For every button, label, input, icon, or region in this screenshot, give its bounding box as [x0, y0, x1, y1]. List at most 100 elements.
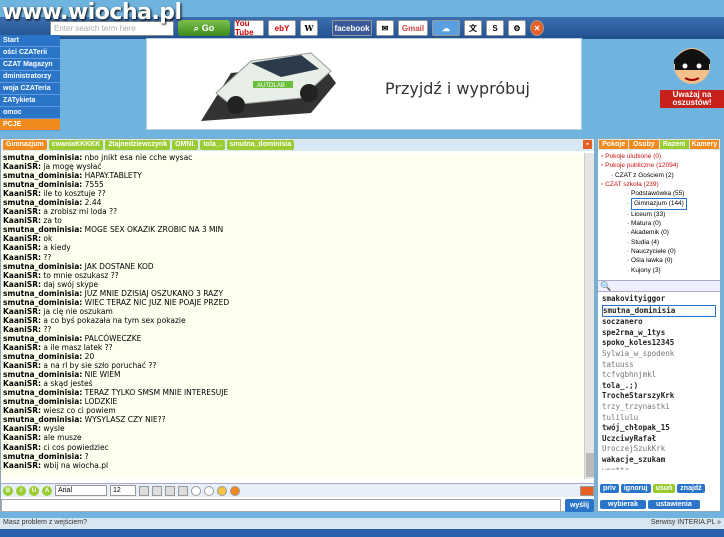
- ad-banner[interactable]: AUTOLAB Przyjdź i wypróbuj: [146, 38, 582, 130]
- message-nick[interactable]: smutna_dominisia:: [3, 298, 82, 307]
- message-nick[interactable]: smutna_dominisia:: [3, 352, 82, 361]
- gmail-button[interactable]: Gmail: [398, 20, 428, 36]
- tab-cwaniakkkkk[interactable]: cwaniaKKKKK: [48, 140, 104, 150]
- message-nick[interactable]: smutna_dominisia:: [3, 225, 82, 234]
- wybierak-button[interactable]: wybierak: [600, 500, 646, 509]
- user-item[interactable]: wakacje_szukam: [602, 455, 716, 466]
- message-nick[interactable]: KaaniSR:: [3, 307, 41, 316]
- bold-button[interactable]: B: [3, 485, 13, 496]
- message-nick[interactable]: KaaniSR:: [3, 189, 41, 198]
- smiley2-icon[interactable]: [204, 485, 214, 496]
- remove-button[interactable]: usuń: [652, 484, 676, 493]
- user-item[interactable]: werttr: [602, 466, 716, 471]
- user-item[interactable]: twój_chłopak_15: [602, 423, 716, 434]
- camera-icon[interactable]: [152, 485, 162, 496]
- room-item[interactable]: ▫ CZAT szkoła (239): [601, 180, 717, 189]
- user-item[interactable]: tatuuss: [602, 360, 716, 371]
- font-select[interactable]: Arial: [55, 485, 107, 496]
- room-item[interactable]: · Gimnazjum (144): [601, 198, 717, 210]
- image-icon[interactable]: [139, 485, 149, 496]
- room-item[interactable]: · Kujony (3): [601, 266, 717, 275]
- menu-item-administratorzy[interactable]: dministratorzy: [0, 71, 60, 83]
- menu-item-goscie[interactable]: ości CZATerii: [0, 47, 60, 59]
- color-button[interactable]: A: [42, 485, 52, 496]
- ignore-button[interactable]: ignoruj: [620, 484, 651, 493]
- sound-icon[interactable]: [165, 485, 175, 496]
- im-icon[interactable]: ✉: [376, 20, 394, 36]
- find-button[interactable]: znajdź: [677, 484, 705, 493]
- link-icon[interactable]: [178, 485, 188, 496]
- emoticon-icon[interactable]: [217, 485, 227, 496]
- menu-item-magazyn[interactable]: CZAT Magazyn: [0, 59, 60, 71]
- tab-razem[interactable]: Razem: [659, 140, 689, 149]
- room-item[interactable]: · Liceum (33): [601, 210, 717, 219]
- message-nick[interactable]: KaaniSR:: [3, 271, 41, 280]
- room-item[interactable]: · Podstawówka (55): [601, 189, 717, 198]
- user-item[interactable]: tcfvgbhnjmkl: [602, 370, 716, 381]
- youtube-button[interactable]: You Tube: [234, 19, 264, 37]
- user-item[interactable]: tola_.;): [602, 381, 716, 392]
- tab-tola[interactable]: tola_.: [200, 140, 225, 150]
- tab-2tajnedziewczynk[interactable]: 2tajnedziewczynk: [105, 140, 171, 150]
- go-button[interactable]: ⌕ Go: [178, 20, 230, 36]
- message-nick[interactable]: smutna_dominisia:: [3, 262, 82, 271]
- room-item[interactable]: · Nauczyciele (0): [601, 247, 717, 256]
- scrollbar[interactable]: [584, 153, 594, 479]
- message-nick[interactable]: KaaniSR:: [3, 379, 41, 388]
- menu-item-twoja-czateria[interactable]: woja CZATeria: [0, 83, 60, 95]
- message-nick[interactable]: smutna_dominisia:: [3, 370, 82, 379]
- user-item[interactable]: UczciwyRafał: [602, 434, 716, 445]
- message-nick[interactable]: KaaniSR:: [3, 406, 41, 415]
- message-nick[interactable]: smutna_dominisia:: [3, 198, 82, 207]
- tab-kamery[interactable]: Kamery: [689, 140, 719, 149]
- settings-button[interactable]: ustawienia: [647, 500, 700, 509]
- message-nick[interactable]: KaaniSR:: [3, 162, 41, 171]
- user-item[interactable]: smakovityiggor: [602, 294, 716, 305]
- message-input[interactable]: [1, 499, 561, 512]
- close-icon[interactable]: ✕: [530, 20, 544, 36]
- message-nick[interactable]: KaaniSR:: [3, 424, 41, 433]
- tab-osoby[interactable]: Osoby: [629, 140, 659, 149]
- message-nick[interactable]: KaaniSR:: [3, 325, 41, 334]
- message-nick[interactable]: smutna_dominisia:: [3, 171, 82, 180]
- message-nick[interactable]: smutna_dominisia:: [3, 334, 82, 343]
- facebook-button[interactable]: facebook: [332, 20, 372, 36]
- message-nick[interactable]: smutna_dominisia:: [3, 289, 82, 298]
- wikipedia-button[interactable]: W: [300, 20, 318, 36]
- smiley-icon[interactable]: [191, 485, 201, 496]
- user-item[interactable]: Sylwia_w_spodenk: [602, 349, 716, 360]
- settings-icon[interactable]: ⚙: [508, 20, 526, 36]
- message-nick[interactable]: KaaniSR:: [3, 343, 41, 352]
- message-nick[interactable]: KaaniSR:: [3, 433, 41, 442]
- message-nick[interactable]: KaaniSR:: [3, 253, 41, 262]
- italic-button[interactable]: I: [16, 485, 26, 496]
- tab-pokoje[interactable]: Pokoje: [599, 140, 629, 149]
- send-button[interactable]: wyślij: [565, 499, 594, 512]
- user-item[interactable]: TrocheStarszyKrk: [602, 391, 716, 402]
- user-item[interactable]: soczanero: [602, 317, 716, 328]
- message-nick[interactable]: smutna_dominisia:: [3, 397, 82, 406]
- room-item[interactable]: · Studia (4): [601, 238, 717, 247]
- user-item[interactable]: spoko_koles12345: [602, 338, 716, 349]
- tab-gimnazjum[interactable]: Gimnazjum: [3, 140, 47, 150]
- message-nick[interactable]: KaaniSR:: [3, 207, 41, 216]
- weather-icon[interactable]: ☁: [432, 20, 460, 36]
- room-item[interactable]: ▫ Pokoje publiczne (12094): [601, 161, 717, 170]
- message-nick[interactable]: smutna_dominisia:: [3, 415, 82, 424]
- interia-link[interactable]: Serwisy INTERIA.PL »: [651, 519, 721, 528]
- tab-smutna-dominisia[interactable]: smutna_dominisia: [226, 140, 295, 150]
- room-item[interactable]: · Akademik (0): [601, 228, 717, 237]
- ebay-button[interactable]: ebY: [268, 20, 296, 36]
- user-item[interactable]: trzy_trzynastki: [602, 402, 716, 413]
- sticker-icon[interactable]: [230, 485, 240, 496]
- message-nick[interactable]: KaaniSR:: [3, 361, 41, 370]
- message-nick[interactable]: KaaniSR:: [3, 216, 41, 225]
- size-select[interactable]: 12: [110, 485, 136, 496]
- underline-button[interactable]: U: [29, 485, 39, 496]
- user-item[interactable]: tulilulu: [602, 413, 716, 424]
- tab-omni[interactable]: OMNI.: [172, 140, 199, 150]
- message-nick[interactable]: KaaniSR:: [3, 280, 41, 289]
- message-nick[interactable]: smutna_dominisia:: [3, 452, 82, 461]
- user-item[interactable]: smutna_dominisia: [602, 304, 716, 318]
- message-nick[interactable]: KaaniSR:: [3, 243, 41, 252]
